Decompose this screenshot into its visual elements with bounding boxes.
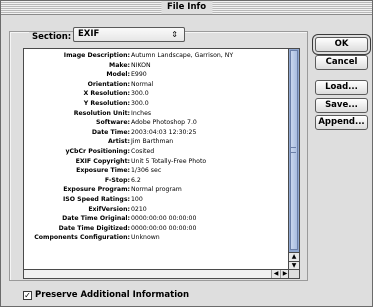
select-arrows-icon: ⇕ bbox=[171, 30, 178, 39]
exif-row-value: 2003:04:03 12:30:25 bbox=[131, 128, 197, 136]
exif-row-label: ExifVersion: bbox=[88, 205, 130, 213]
save-button[interactable]: Save... bbox=[315, 98, 368, 113]
checkbox-checked-icon[interactable]: ✓ bbox=[23, 291, 32, 300]
ok-button[interactable]: OK bbox=[315, 37, 368, 52]
exif-row-value: Jim Barthman bbox=[131, 138, 174, 146]
exif-row-value: Autumn Landscape, Garrison, NY bbox=[131, 52, 234, 59]
preserve-info-checkbox[interactable]: ✓ Preserve Additional Information bbox=[23, 290, 189, 300]
exif-row-label: Image Description: bbox=[63, 52, 130, 59]
exif-row-value: Normal bbox=[131, 80, 154, 88]
exif-row: Date Time:2003:04:03 12:30:25 bbox=[24, 128, 288, 138]
exif-row-label: EXIF Copyright: bbox=[75, 157, 130, 165]
exif-row-label: Model: bbox=[106, 71, 130, 79]
exif-row-value: 300.0 bbox=[131, 99, 149, 107]
exif-row-value: 0000:00:00 00:00:00 bbox=[131, 224, 197, 232]
section-select[interactable]: EXIF ⇕ bbox=[73, 27, 185, 42]
vertical-scrollbar[interactable]: ▲ ▼ bbox=[288, 49, 299, 270]
exif-row: Orientation:Normal bbox=[24, 80, 288, 90]
exif-row: Resolution Unit:Inches bbox=[24, 109, 288, 119]
exif-row: Software:Adobe Photoshop 7.0 bbox=[24, 118, 288, 128]
exif-row: Model:E990 bbox=[24, 70, 288, 80]
section-select-value: EXIF bbox=[78, 29, 100, 39]
load-button[interactable]: Load... bbox=[315, 80, 368, 95]
exif-row-value: 300.0 bbox=[131, 90, 149, 98]
exif-list[interactable]: Image Description:Autumn Landscape, Garr… bbox=[23, 48, 300, 279]
scroll-up-icon[interactable]: ▲ bbox=[289, 252, 299, 261]
exif-row: Image Description:Autumn Landscape, Garr… bbox=[24, 51, 288, 61]
exif-row-label: F-Stop: bbox=[104, 176, 130, 184]
exif-row-label: X Resolution: bbox=[83, 90, 130, 98]
exif-row: X Resolution:300.0 bbox=[24, 89, 288, 99]
exif-row: Y Resolution:300.0 bbox=[24, 99, 288, 109]
scroll-left-icon[interactable]: ◀ bbox=[271, 270, 280, 278]
exif-row-value: 1/306 sec bbox=[131, 167, 162, 175]
exif-row-value: NIKON bbox=[131, 61, 151, 69]
exif-row-value: Normal program bbox=[131, 186, 182, 194]
exif-row-label: Make: bbox=[109, 61, 130, 69]
exif-row-value: Unknown bbox=[131, 234, 160, 242]
exif-row: EXIF Copyright:Unit 5 Totally-Free Photo bbox=[24, 157, 288, 167]
exif-row: ISO Speed Ratings:100 bbox=[24, 195, 288, 205]
exif-rows: Image Description:Autumn Landscape, Garr… bbox=[24, 51, 288, 243]
exif-row: yCbCr Positioning:Cosited bbox=[24, 147, 288, 157]
exif-row: Date Time Original:0000:00:00 00:00:00 bbox=[24, 214, 288, 224]
exif-row-value: Inches bbox=[131, 109, 152, 117]
preserve-info-label: Preserve Additional Information bbox=[35, 290, 190, 300]
horizontal-scrollbar[interactable]: ◀ ▶ bbox=[24, 269, 289, 278]
exif-row-label: Components Configuration: bbox=[34, 234, 130, 242]
exif-row: Exposure Time:1/306 sec bbox=[24, 166, 288, 176]
exif-row: Components Configuration:Unknown bbox=[24, 233, 288, 243]
exif-row: F-Stop:6.2 bbox=[24, 176, 288, 186]
exif-row-label: Date Time Digitized: bbox=[58, 224, 130, 232]
scroll-grip-icon bbox=[291, 147, 296, 153]
exif-row-label: Exposure Time: bbox=[76, 167, 130, 175]
exif-row-value: E990 bbox=[131, 71, 147, 79]
exif-row-value: 6.2 bbox=[131, 176, 141, 184]
window-title: File Info bbox=[160, 1, 213, 14]
exif-row: Make:NIKON bbox=[24, 61, 288, 71]
exif-row-label: Date Time: bbox=[91, 128, 130, 136]
exif-row: Artist:Jim Barthman bbox=[24, 137, 288, 147]
exif-row-label: Orientation: bbox=[87, 80, 130, 88]
cancel-button[interactable]: Cancel bbox=[315, 55, 368, 70]
exif-row-label: Y Resolution: bbox=[83, 99, 130, 107]
exif-row-value: 0210 bbox=[131, 205, 147, 213]
file-info-window: File Info Section: EXIF ⇕ Image Descript… bbox=[0, 0, 373, 307]
exif-row-label: ISO Speed Ratings: bbox=[62, 195, 130, 203]
exif-row-label: Resolution Unit: bbox=[73, 109, 130, 117]
exif-row-value: Unit 5 Totally-Free Photo bbox=[131, 157, 207, 165]
exif-row: Date Time Digitized:0000:00:00 00:00:00 bbox=[24, 224, 288, 234]
exif-row: Exposure Program:Normal program bbox=[24, 185, 288, 195]
exif-row-value: Cosited bbox=[131, 147, 155, 155]
scroll-corner bbox=[288, 269, 299, 278]
exif-row-value: 0000:00:00 00:00:00 bbox=[131, 215, 197, 223]
exif-row-value: 100 bbox=[131, 195, 143, 203]
title-bar[interactable]: File Info bbox=[1, 1, 372, 15]
exif-row-label: Exposure Program: bbox=[63, 186, 130, 194]
append-button[interactable]: Append... bbox=[315, 115, 368, 130]
exif-row-label: yCbCr Positioning: bbox=[65, 147, 130, 155]
section-label: Section: bbox=[29, 32, 75, 42]
exif-row-label: Artist: bbox=[107, 138, 130, 146]
exif-row-label: Software: bbox=[96, 119, 130, 127]
exif-row-value: Adobe Photoshop 7.0 bbox=[131, 119, 197, 127]
exif-row: ExifVersion:0210 bbox=[24, 205, 288, 215]
exif-row-label: Date Time Original: bbox=[62, 215, 130, 223]
